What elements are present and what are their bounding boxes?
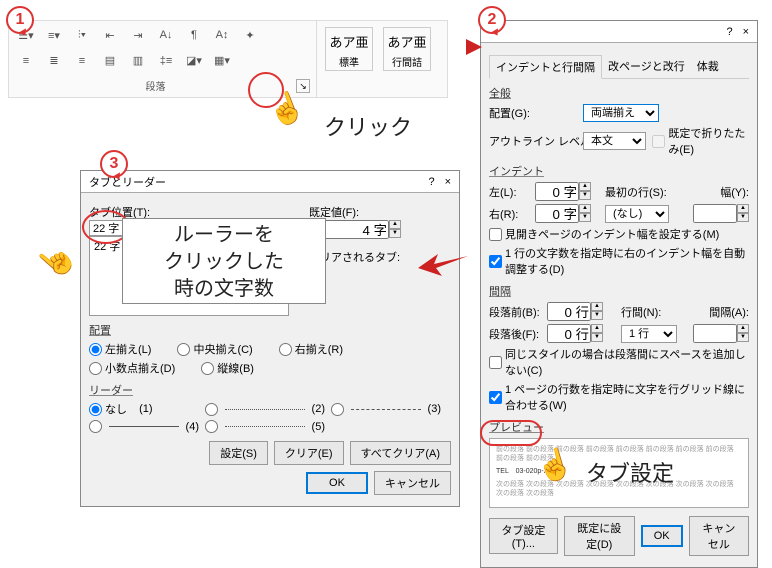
align-center-radio[interactable]: 中央揃え(C) xyxy=(177,341,252,357)
clear-button[interactable]: クリア(E) xyxy=(274,441,344,465)
set-default-button[interactable]: 既定に設定(D) xyxy=(564,516,635,556)
align-left-icon[interactable]: ≡ xyxy=(15,51,37,71)
tab-settings-button[interactable]: タブ設定(T)... xyxy=(489,518,558,554)
before-input[interactable]: ▲▼ xyxy=(547,302,603,321)
number-list-icon[interactable]: ≡▾ xyxy=(43,25,65,45)
annotation-tabsetting-label: タブ設定 xyxy=(586,456,674,488)
right-indent-input[interactable]: ▲▼ xyxy=(535,204,591,223)
right-indent-label: 右(R): xyxy=(489,206,529,222)
annotation-badge-3: 3 xyxy=(100,150,128,178)
alignment-group-label: 配置 xyxy=(89,322,451,338)
nospace-check[interactable]: 同じスタイルの場合は段落間にスペースを追加しない(C) xyxy=(489,346,749,378)
show-marks-icon[interactable]: ¶ xyxy=(183,25,205,45)
justify-icon[interactable]: ▤ xyxy=(99,51,121,71)
align-right-radio[interactable]: 右揃え(R) xyxy=(279,341,343,357)
tab-indent-spacing[interactable]: インデントと行間隔 xyxy=(489,55,602,79)
align-center-icon[interactable]: ≣ xyxy=(43,51,65,71)
annotation-badge-2: 2 xyxy=(478,6,506,34)
leader-dashes-radio[interactable]: (3) xyxy=(331,403,441,416)
grid-check[interactable]: 1 ページの行数を指定時に文字を行グリッド線に合わせる(W) xyxy=(489,381,749,413)
style-preview: あア亜 xyxy=(386,32,428,51)
note-line-2: クリックした xyxy=(123,249,325,276)
annotation-badge-1: 1 xyxy=(6,6,34,34)
close-icon[interactable]: × xyxy=(743,26,749,38)
ok-button[interactable]: OK xyxy=(641,525,683,547)
sort-icon[interactable]: A↓ xyxy=(155,25,177,45)
line-spacing-lbl: 行間(N): xyxy=(621,304,661,320)
shading-icon[interactable]: ◪▾ xyxy=(183,51,205,71)
line-spacing-select[interactable]: 1 行 xyxy=(621,325,677,343)
help-icon[interactable]: ? xyxy=(428,176,434,188)
outline-select[interactable]: 本文 xyxy=(583,132,646,150)
leader-group-label: リーダー xyxy=(89,382,451,398)
style-name: 標準 xyxy=(328,54,370,69)
outline-label: アウトライン レベル(O): xyxy=(489,133,577,149)
pilcrow-icon[interactable]: ✦ xyxy=(239,25,261,45)
default-tab-input[interactable]: ▲▼ xyxy=(309,220,451,239)
annotation-arrow-right xyxy=(432,35,482,62)
style-preview: あア亜 xyxy=(328,32,370,51)
at-input[interactable]: ▲▼ xyxy=(693,324,749,343)
align-decimal-radio[interactable]: 小数点揃え(D) xyxy=(89,360,175,376)
left-indent-input[interactable]: ▲▼ xyxy=(535,182,591,201)
general-label: 全般 xyxy=(489,85,749,101)
mirror-check[interactable]: 見開きページのインデント幅を設定する(M) xyxy=(489,226,749,242)
annotation-note-box: ルーラーを クリックした 時の文字数 xyxy=(122,218,326,304)
leader-underline-radio[interactable]: (4) xyxy=(89,420,199,433)
paragraph-group-label: 段落 xyxy=(15,78,296,93)
leader-none-radio[interactable]: なし (1) xyxy=(89,401,199,417)
align-right-icon[interactable]: ≡ xyxy=(71,51,93,71)
clear-all-button[interactable]: すべてクリア(A) xyxy=(350,441,451,465)
cancel-button[interactable]: キャンセル xyxy=(689,516,749,556)
annotation-arrow-left xyxy=(418,250,468,283)
left-indent-label: 左(L): xyxy=(489,184,529,200)
close-icon[interactable]: × xyxy=(445,176,451,188)
default-tab-label: 既定値(F): xyxy=(309,204,451,220)
style-normal[interactable]: あア亜 標準 xyxy=(325,27,373,71)
dialog-titlebar: . ? × xyxy=(481,21,757,43)
multilevel-list-icon[interactable]: ⫶▾ xyxy=(71,25,93,45)
line-spacing-icon[interactable]: ‡≡ xyxy=(155,51,177,71)
leader-middots-radio[interactable]: (5) xyxy=(205,420,325,433)
before-label: 段落前(B): xyxy=(489,304,541,320)
style-nospace[interactable]: あア亜 行間詰 xyxy=(383,27,431,71)
at-label: 間隔(A): xyxy=(709,304,749,320)
cancel-button[interactable]: キャンセル xyxy=(374,471,451,495)
first-line-select[interactable]: (なし) xyxy=(605,205,669,223)
alignment-label: 配置(G): xyxy=(489,105,577,121)
sort-az-icon[interactable]: A↕ xyxy=(211,25,233,45)
width-label: 幅(Y): xyxy=(720,184,749,200)
annotation-click-label: クリック xyxy=(324,110,412,142)
dialog-titlebar: タブとリーダー ? × xyxy=(81,171,459,193)
collapse-check[interactable]: 既定で折りたたみ(E) xyxy=(652,125,749,157)
help-icon[interactable]: ? xyxy=(726,26,732,38)
first-line-label: 最初の行(S): xyxy=(605,184,667,200)
align-left-radio[interactable]: 左揃え(L) xyxy=(89,341,151,357)
hand-cursor-icon: ☝ xyxy=(31,236,82,287)
after-label: 段落後(F): xyxy=(489,326,541,342)
note-line-1: ルーラーを xyxy=(123,222,325,249)
ribbon: ☰▾ ≡▾ ⫶▾ ⇤ ⇥ A↓ ¶ A↕ ✦ ≡ ≣ ≡ ▤ ▥ ‡≡ ◪▾ ▦… xyxy=(8,20,448,98)
dialog-title-text: タブとリーダー xyxy=(89,174,166,190)
indent-label: インデント xyxy=(489,163,749,179)
alignment-select[interactable]: 両端揃え xyxy=(583,104,659,122)
spacing-label: 間隔 xyxy=(489,283,749,299)
increase-indent-icon[interactable]: ⇥ xyxy=(127,25,149,45)
leader-dots-radio[interactable]: (2) xyxy=(205,403,325,416)
after-input[interactable]: ▲▼ xyxy=(547,324,603,343)
tab-page-breaks[interactable]: 改ページと改行 xyxy=(602,55,691,77)
note-line-3: 時の文字数 xyxy=(123,276,325,303)
preview-label: プレビュー xyxy=(489,419,749,435)
style-name: 行間詰 xyxy=(386,54,428,69)
tab-asian[interactable]: 体裁 xyxy=(691,55,725,77)
decrease-indent-icon[interactable]: ⇤ xyxy=(99,25,121,45)
auto-indent-check[interactable]: 1 行の文字数を指定時に右のインデント幅を自動調整する(D) xyxy=(489,245,749,277)
set-button[interactable]: 設定(S) xyxy=(209,441,268,465)
first-width-input[interactable]: ▲▼ xyxy=(693,204,749,223)
ok-button[interactable]: OK xyxy=(306,472,368,494)
align-bar-radio[interactable]: 縦線(B) xyxy=(201,360,254,376)
distribute-icon[interactable]: ▥ xyxy=(127,51,149,71)
borders-icon[interactable]: ▦▾ xyxy=(211,51,233,71)
